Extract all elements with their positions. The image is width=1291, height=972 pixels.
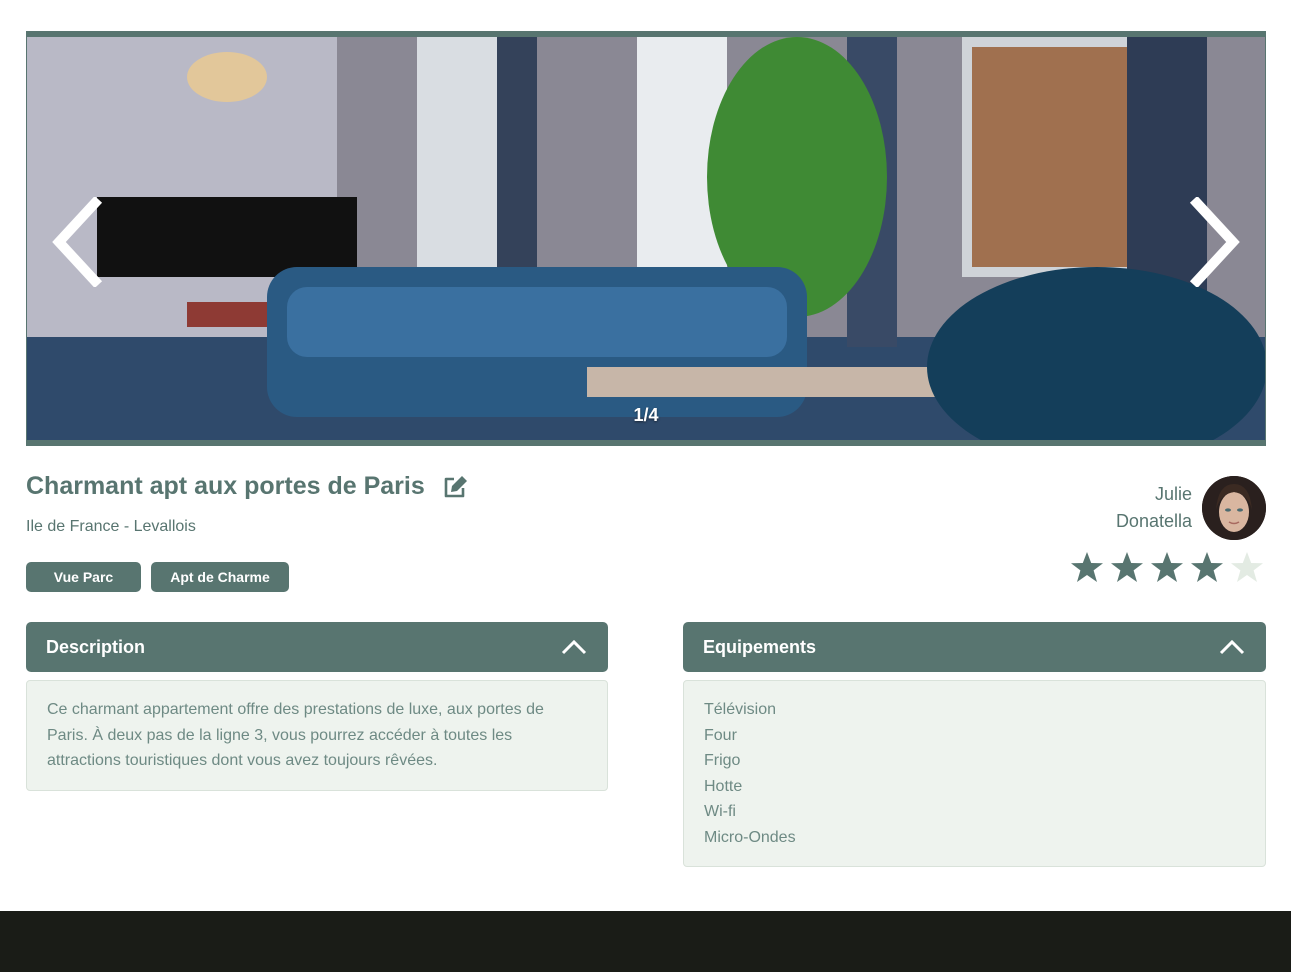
tag-list: Vue Parc Apt de Charme xyxy=(26,562,289,592)
photo-carousel: 1/4 xyxy=(26,31,1266,446)
chevron-right-icon xyxy=(1189,195,1240,289)
chevron-up-icon xyxy=(1219,639,1245,655)
list-item: Hotte xyxy=(704,777,743,795)
avatar xyxy=(1202,476,1266,540)
star-filled-icon xyxy=(1109,550,1145,586)
list-item: Télévision xyxy=(704,701,777,718)
star-filled-icon xyxy=(1149,550,1185,586)
description-text: Ce charmant appartement offre des presta… xyxy=(47,701,544,769)
description-title: Description xyxy=(46,636,146,657)
list-item: Four xyxy=(704,726,737,744)
list-item: Wi-fi xyxy=(704,803,736,820)
chevron-up-icon xyxy=(561,639,587,655)
equipments-body: Télévision Four Frigo Hotte Wi-fi Micro-… xyxy=(683,680,1266,867)
equipments-collapse: Equipements Télévision Four Frigo Hotte … xyxy=(683,622,1266,867)
listing-photo xyxy=(27,37,1265,440)
carousel-next-button[interactable] xyxy=(1183,195,1243,289)
chevron-left-icon xyxy=(52,195,103,289)
description-collapse: Description Ce charmant appartement offr… xyxy=(26,622,608,791)
listing-location: Ile de France - Levallois xyxy=(26,518,196,535)
star-empty-icon xyxy=(1229,550,1265,586)
title-row: Charmant apt aux portes de Paris xyxy=(26,472,469,501)
tag: Apt de Charme xyxy=(151,562,289,592)
host-first-name: Julie xyxy=(1154,484,1192,504)
host-name: Julie Donatella xyxy=(1116,481,1192,535)
star-filled-icon xyxy=(1189,550,1225,586)
listing-title: Charmant apt aux portes de Paris xyxy=(26,472,425,500)
carousel-counter: 1/4 xyxy=(633,405,659,425)
star-rating xyxy=(1069,550,1265,586)
list-item: Micro-Ondes xyxy=(704,828,796,846)
footer xyxy=(0,911,1291,972)
carousel-prev-button[interactable] xyxy=(49,195,109,289)
host-last-name: Donatella xyxy=(1115,511,1192,531)
tag: Vue Parc xyxy=(26,562,141,592)
equipments-toggle[interactable]: Equipements xyxy=(683,622,1266,672)
description-toggle[interactable]: Description xyxy=(26,622,608,672)
edit-icon[interactable] xyxy=(443,474,469,500)
equipments-title: Equipements xyxy=(703,636,817,657)
list-item: Frigo xyxy=(704,752,741,769)
star-filled-icon xyxy=(1069,550,1105,586)
description-body: Ce charmant appartement offre des presta… xyxy=(26,680,608,791)
host-card: Julie Donatella xyxy=(1116,476,1266,540)
